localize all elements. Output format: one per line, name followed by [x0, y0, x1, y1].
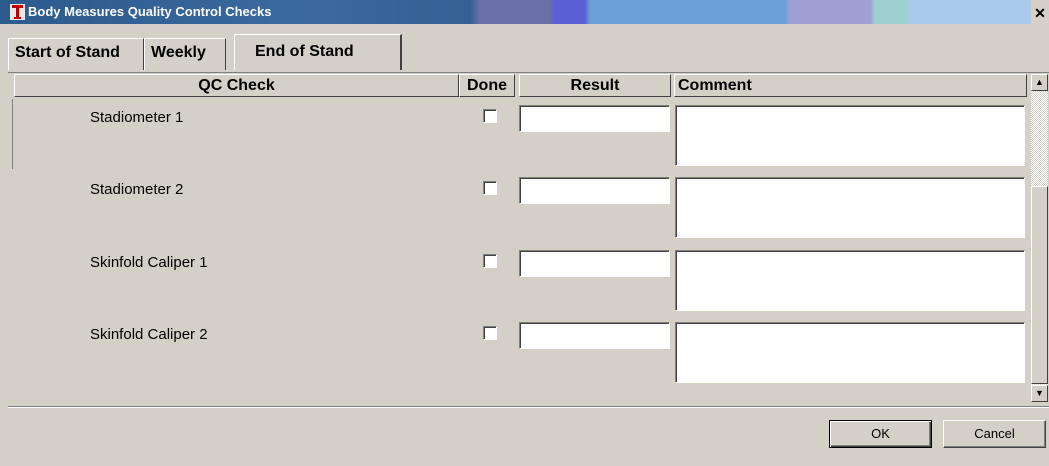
- cancel-button[interactable]: Cancel: [943, 420, 1046, 448]
- scroll-up-icon[interactable]: ▲: [1031, 74, 1048, 91]
- header-qc-check[interactable]: QC Check: [14, 74, 459, 97]
- result-input[interactable]: [519, 177, 670, 204]
- result-input[interactable]: [519, 250, 670, 277]
- done-checkbox[interactable]: [483, 181, 497, 195]
- result-input[interactable]: [519, 322, 670, 349]
- close-icon[interactable]: ✕: [1033, 6, 1047, 20]
- header-done[interactable]: Done: [459, 74, 515, 97]
- comment-input[interactable]: [675, 322, 1025, 383]
- tab-start-of-stand[interactable]: Start of Stand: [8, 38, 144, 70]
- header-comment[interactable]: Comment: [674, 74, 1027, 97]
- divider: [8, 406, 1049, 408]
- qc-check-label: Stadiometer 2: [90, 181, 184, 198]
- done-checkbox[interactable]: [483, 254, 497, 268]
- done-checkbox[interactable]: [483, 326, 497, 340]
- done-checkbox[interactable]: [483, 109, 497, 123]
- qc-checks-dialog: Body Measures Quality Control Checks ✕ S…: [0, 0, 1049, 466]
- tab-end-of-stand[interactable]: End of Stand: [234, 34, 402, 70]
- scroll-down-icon[interactable]: ▼: [1031, 385, 1048, 402]
- comment-input[interactable]: [675, 250, 1025, 311]
- title-bar[interactable]: Body Measures Quality Control Checks: [0, 0, 1049, 24]
- app-icon: [10, 4, 25, 20]
- scroll-thumb[interactable]: [1031, 186, 1048, 384]
- qc-check-label: Stadiometer 1: [90, 109, 184, 126]
- qc-check-label: Skinfold Caliper 1: [90, 254, 208, 271]
- tab-label: Weekly: [151, 44, 206, 61]
- header-result[interactable]: Result: [519, 74, 671, 97]
- row-indicator: [12, 99, 13, 169]
- vertical-scrollbar[interactable]: ▲ ▼: [1031, 74, 1048, 402]
- tab-label: Start of Stand: [15, 44, 120, 61]
- qc-check-label: Skinfold Caliper 2: [90, 326, 208, 343]
- comment-input[interactable]: [675, 105, 1025, 166]
- window-title: Body Measures Quality Control Checks: [28, 4, 272, 19]
- result-input[interactable]: [519, 105, 670, 132]
- qc-grid: QC Check Done Result Comment Stadiometer…: [8, 72, 1049, 408]
- tab-label: End of Stand: [255, 43, 354, 60]
- ok-button[interactable]: OK: [829, 420, 932, 448]
- comment-input[interactable]: [675, 177, 1025, 238]
- tab-weekly[interactable]: Weekly: [144, 38, 226, 70]
